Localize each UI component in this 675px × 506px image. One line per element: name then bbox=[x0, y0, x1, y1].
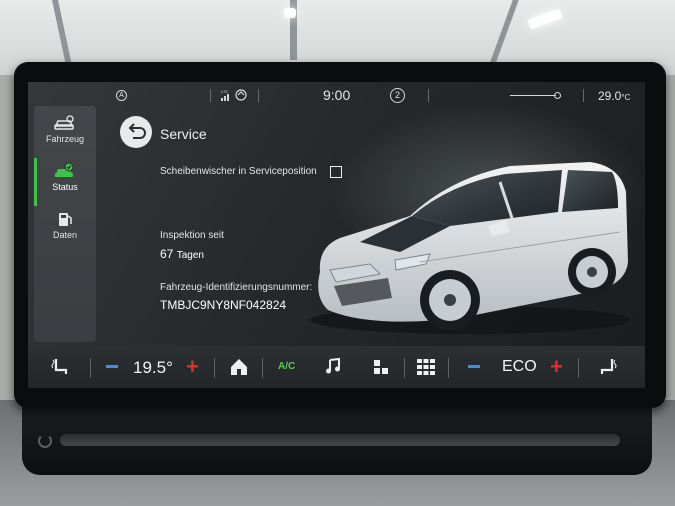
touch-slider-strip[interactable] bbox=[60, 434, 620, 446]
volume-slider-track[interactable] bbox=[510, 95, 556, 96]
status-bar: A LTE 9:00 2 29.0°C bbox=[28, 82, 645, 108]
climate-mode: ECO bbox=[502, 358, 537, 375]
power-icon[interactable] bbox=[38, 434, 52, 448]
volume-slider-knob-icon[interactable] bbox=[554, 92, 561, 99]
sidebar-item-label: Status bbox=[52, 182, 78, 192]
divider bbox=[404, 358, 405, 378]
inspection-unit: Tagen bbox=[176, 250, 204, 261]
active-indicator bbox=[34, 158, 37, 206]
back-arrow-icon bbox=[128, 123, 146, 139]
sidebar: Fahrzeug Status Daten bbox=[34, 106, 96, 342]
sidebar-item-label: Fahrzeug bbox=[45, 134, 85, 144]
seat-heating-left-icon[interactable] bbox=[50, 356, 72, 378]
divider bbox=[210, 89, 211, 102]
climate-bar: 19.5° + A/C ECO + bbox=[28, 346, 645, 388]
home-icon[interactable] bbox=[228, 356, 250, 378]
wiper-service-label: Scheibenwischer in Serviceposition bbox=[160, 166, 317, 177]
sidebar-item-fahrzeug[interactable]: Fahrzeug bbox=[34, 110, 96, 158]
inspection-label: Inspektion seit bbox=[160, 230, 224, 241]
outside-temperature-value: 29.0 bbox=[598, 89, 622, 103]
inspection-value: 67 bbox=[160, 247, 174, 261]
auto-indicator-icon: A bbox=[116, 90, 127, 101]
grid-menu-icon[interactable] bbox=[416, 357, 436, 377]
clock-time: 9:00 bbox=[323, 87, 351, 103]
divider bbox=[262, 358, 263, 378]
signal-tag: LTE bbox=[221, 89, 228, 94]
ceiling-beam bbox=[487, 0, 519, 70]
divider bbox=[448, 358, 449, 378]
divider bbox=[428, 89, 429, 102]
car-image bbox=[310, 162, 630, 334]
divider bbox=[258, 89, 259, 102]
car-settings-icon bbox=[54, 115, 74, 130]
page-title: Service bbox=[160, 126, 207, 142]
divider bbox=[90, 358, 91, 378]
divider bbox=[214, 358, 215, 378]
outside-temperature: 29.0°C bbox=[598, 89, 630, 103]
inspection-days: 67 Tagen bbox=[160, 247, 204, 261]
car-status-icon bbox=[55, 162, 74, 177]
cabin-temperature: 19.5° bbox=[133, 358, 173, 377]
vin-value: TMBJC9NY8NF042824 bbox=[160, 298, 287, 312]
infotainment-screen: A LTE 9:00 2 29.0°C Fahrzeug Status Date… bbox=[28, 82, 645, 388]
sidebar-item-status[interactable]: Status bbox=[34, 158, 96, 206]
back-button[interactable] bbox=[120, 116, 152, 148]
temp-decrease-button[interactable] bbox=[106, 365, 118, 368]
sidebar-item-daten[interactable]: Daten bbox=[34, 206, 96, 254]
seat-heating-right-icon[interactable] bbox=[596, 356, 618, 378]
apps-small-icon[interactable] bbox=[372, 358, 390, 376]
ceiling-light bbox=[284, 8, 296, 18]
divider bbox=[583, 89, 584, 102]
profile-number-icon[interactable]: 2 bbox=[390, 88, 405, 103]
sidebar-item-label: Daten bbox=[52, 230, 78, 240]
divider bbox=[578, 358, 579, 378]
fan-decrease-button[interactable] bbox=[468, 365, 480, 368]
ac-button[interactable]: A/C bbox=[278, 361, 295, 372]
vin-label: Fahrzeug-Identifizierungsnummer: bbox=[160, 282, 313, 293]
signal-icon: LTE bbox=[221, 89, 247, 101]
fan-increase-button[interactable]: + bbox=[550, 356, 563, 378]
ceiling-light bbox=[527, 8, 563, 30]
fuel-data-icon bbox=[59, 213, 72, 226]
temp-increase-button[interactable]: + bbox=[186, 356, 199, 378]
music-note-icon[interactable] bbox=[324, 357, 342, 375]
outside-temperature-unit: °C bbox=[621, 93, 631, 102]
